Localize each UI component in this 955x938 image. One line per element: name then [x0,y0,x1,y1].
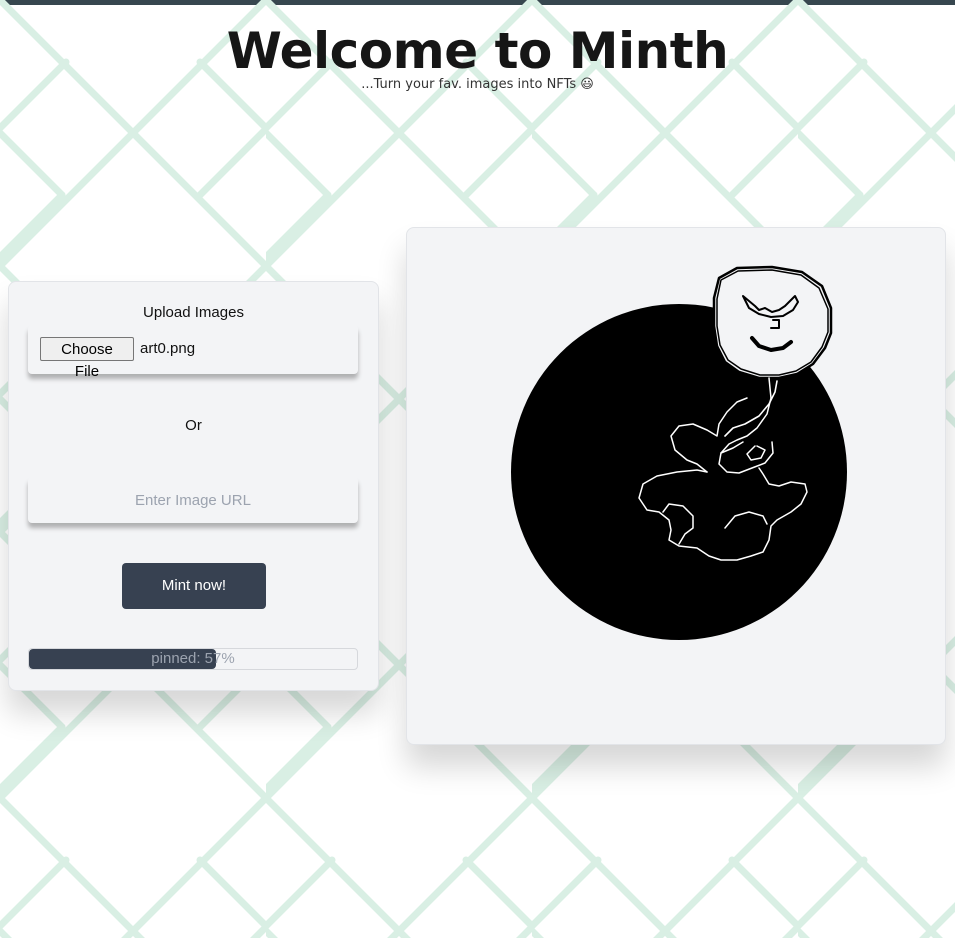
choose-file-button[interactable]: Choose File [40,337,134,380]
preview-card [406,227,946,745]
url-input-box [28,477,358,523]
or-separator: Or [185,417,202,434]
pin-progress-bar: pinned: 57% [28,648,358,670]
image-url-input[interactable] [28,477,358,523]
selected-file-name: art0.png [140,340,196,357]
pin-progress-text: pinned: 57% [151,650,235,667]
upload-card: Upload Images Choose File art0.png Or Mi… [8,281,379,691]
page-title: Welcome to Minth [226,22,729,80]
preview-image [511,265,847,640]
mint-now-button[interactable]: Mint now! [122,563,266,609]
upload-heading: Upload Images [143,304,244,321]
file-input-box: Choose File art0.png [28,325,358,380]
page-subtitle: ...Turn your fav. images into NFTs 😃 [361,77,594,92]
